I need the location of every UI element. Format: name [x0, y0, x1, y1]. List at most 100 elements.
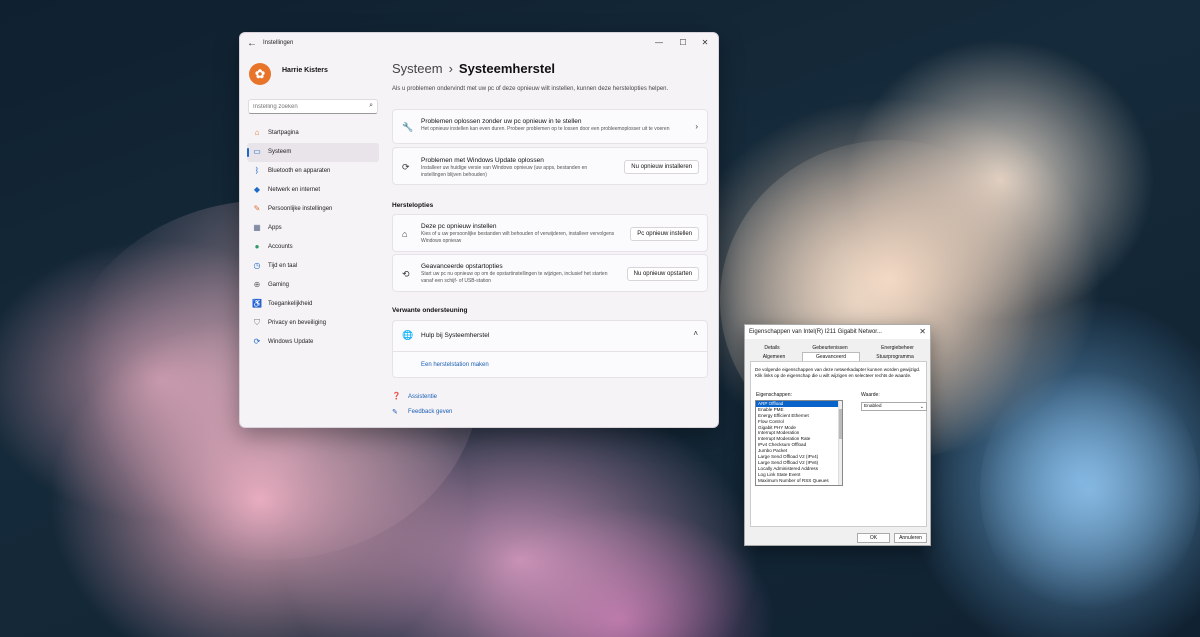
help-icon: ❓	[392, 393, 401, 400]
tab-general[interactable]: Algemeen	[753, 353, 795, 361]
maximize-button[interactable]: ☐	[672, 36, 694, 50]
cancel-button[interactable]: Annuleren	[894, 533, 927, 543]
scrollbar-thumb[interactable]	[839, 409, 842, 439]
wrench-icon: 🔧	[402, 122, 414, 132]
globe-clock-icon: ◷	[253, 261, 261, 270]
properties-label: Eigenschappen:	[756, 392, 792, 398]
card-title[interactable]: Hulp bij Systeemherstel	[421, 332, 489, 339]
person-icon: ●	[254, 242, 260, 251]
sidebar-nav: ⌂ Startpagina ▭ Systeem ᛒ Bluetooth en appara…	[247, 124, 379, 352]
sync-icon: ⟳	[402, 162, 410, 172]
chevron-up-icon[interactable]: ˄	[693, 329, 698, 338]
advanced-panel: De volgende eigenschappen van deze netwe…	[750, 361, 927, 527]
sidebar-item-label: Netwerk en internet	[268, 187, 321, 193]
controller-icon: ⊕	[253, 280, 261, 289]
value-selected: Enabled	[864, 404, 882, 409]
chevron-down-icon: ⌄	[919, 404, 924, 410]
shield-icon: ⛉	[254, 318, 260, 327]
sidebar-item-label: Systeem	[268, 149, 292, 155]
related-support-card: 🌐 Hulp bij Systeemherstel ˄ Een herstels…	[392, 320, 708, 378]
sidebar-item-label: Toegankelijkheid	[268, 301, 313, 307]
close-button[interactable]: ✕	[694, 36, 716, 50]
section-heading: Verwante ondersteuning	[392, 307, 468, 314]
value-dropdown[interactable]: Enabled ⌄	[861, 402, 927, 411]
card-title: Geavanceerde opstartopties	[421, 263, 503, 270]
tab-driver[interactable]: Stuurprogramma	[870, 353, 920, 361]
windows-update-repair-card: ⟳ Problemen met Windows Update oplossen …	[392, 147, 708, 185]
search-input[interactable]	[253, 102, 363, 112]
window-title: Instellingen	[263, 40, 294, 46]
create-recovery-drive-link[interactable]: Een herstelstation maken	[421, 362, 489, 368]
globe-icon: 🌐	[402, 330, 414, 340]
sidebar-item-toegankelijkheid[interactable]: ♿ Toegankelijkheid	[247, 295, 379, 314]
properties-list[interactable]: ARP Offload Enable PME Energy Efficient Et…	[755, 400, 843, 486]
list-item[interactable]: Maximum Number of RSS Queues	[756, 478, 842, 484]
feedback-icon: ✎	[392, 409, 398, 416]
settings-window: ← Instellingen — ☐ ✕ ✿ Harrie Kisters ⌕ …	[239, 32, 719, 428]
card-title: Problemen met Windows Update oplossen	[421, 157, 544, 164]
back-arrow-icon[interactable]: ←	[247, 38, 257, 49]
advanced-startup-card: ⟲ Geavanceerde opstartopties Start uw pc…	[392, 254, 708, 292]
sidebar-item-bluetooth-en-apparaten[interactable]: ᛒ Bluetooth en apparaten	[247, 162, 379, 181]
sidebar-item-label: Apps	[268, 225, 282, 231]
card-title: Deze pc opnieuw instellen	[421, 223, 497, 230]
apps-icon: ▦	[253, 223, 261, 232]
dialog-title-bar: Eigenschappen van Intel(R) I211 Gigabit …	[745, 325, 930, 339]
avatar[interactable]: ✿	[249, 63, 271, 85]
title-bar: ← Instellingen — ☐ ✕	[240, 33, 718, 55]
brush-icon: ✎	[253, 204, 261, 213]
chevron-right-icon: ›	[695, 122, 698, 131]
scrollbar[interactable]	[838, 401, 842, 485]
minimize-button[interactable]: —	[648, 36, 670, 50]
page-title: Systeemherstel	[458, 61, 556, 76]
accessibility-icon: ♿	[252, 299, 262, 308]
divider	[393, 351, 707, 352]
value-label: Waarde:	[861, 392, 880, 398]
sidebar-item-systeem[interactable]: ▭ Systeem	[247, 143, 379, 162]
sidebar-item-gaming[interactable]: ⊕ Gaming	[247, 276, 379, 295]
sidebar-item-apps[interactable]: ▦ Apps	[247, 219, 379, 238]
search-box[interactable]: ⌕	[248, 99, 378, 114]
sidebar-item-label: Startpagina	[268, 130, 299, 136]
reinstall-now-button[interactable]: Nu opnieuw installeren	[624, 160, 699, 174]
sidebar-item-label: Accounts	[268, 244, 293, 250]
sidebar-item-label: Windows Update	[268, 339, 314, 345]
breadcrumb-parent[interactable]: Systeem	[392, 61, 443, 76]
wallpaper-swirl	[980, 360, 1200, 620]
card-description: Kies of u uw persoonlijke bestanden wilt…	[421, 231, 615, 244]
profile-name: Harrie Kisters	[282, 67, 328, 74]
tab-power-management[interactable]: Energiebeheer	[875, 344, 920, 352]
monitor-icon: ▭	[253, 147, 261, 156]
restart-now-button[interactable]: Nu opnieuw opstarten	[626, 267, 699, 281]
sidebar-item-persoonlijke-instellingen[interactable]: ✎ Persoonlijke instellingen	[247, 200, 379, 219]
sidebar-item-label: Tijd en taal	[268, 263, 298, 269]
card-description: Het opnieuw instellen kan even duren. Pr…	[421, 126, 670, 132]
update-icon: ⟳	[253, 337, 261, 346]
sidebar-item-label: Persoonlijke instellingen	[268, 206, 333, 212]
tab-events[interactable]: Gebeurtenissen	[805, 344, 855, 352]
card-description: Start uw pc nu opnieuw op om de opstarti…	[421, 271, 608, 284]
feedback-link[interactable]: Feedback geven	[408, 409, 452, 415]
card-title: Problemen oplossen zonder uw pc opnieuw …	[421, 118, 582, 125]
reset-pc-button[interactable]: Pc opnieuw instellen	[630, 227, 699, 241]
sidebar-item-startpagina[interactable]: ⌂ Startpagina	[247, 124, 379, 143]
search-icon[interactable]: ⌕	[369, 102, 373, 110]
help-link[interactable]: Assistentie	[408, 394, 437, 400]
card-description: Installeer uw huidige versie van Windows…	[421, 165, 588, 178]
ok-button[interactable]: OK	[857, 533, 890, 543]
sidebar-item-privacy-en-beveiliging[interactable]: ⛉ Privacy en beveiliging	[247, 314, 379, 333]
tab-details[interactable]: Details	[757, 344, 787, 352]
sidebar-item-accounts[interactable]: ● Accounts	[247, 238, 379, 257]
sidebar-item-tijd-en-taal[interactable]: ◷ Tijd en taal	[247, 257, 379, 276]
adapter-properties-dialog: Eigenschappen van Intel(R) I211 Gigabit …	[744, 324, 931, 546]
sidebar-item-windows-update[interactable]: ⟳ Windows Update	[247, 333, 379, 352]
troubleshoot-card[interactable]: 🔧 Problemen oplossen zonder uw pc opnieu…	[392, 109, 708, 144]
dialog-close-button[interactable]: ✕	[919, 327, 926, 336]
breadcrumb-separator: ›	[448, 61, 453, 76]
sidebar-item-label: Gaming	[268, 282, 290, 288]
reset-pc-icon: ⌂	[402, 229, 408, 239]
sidebar-item-netwerk-en-internet[interactable]: ◆ Netwerk en internet	[247, 181, 379, 200]
sidebar-item-label: Bluetooth en apparaten	[268, 168, 331, 174]
intro-text: Als u problemen ondervindt met uw pc of …	[392, 86, 669, 92]
dialog-description: De volgende eigenschappen van deze netwe…	[755, 367, 921, 378]
